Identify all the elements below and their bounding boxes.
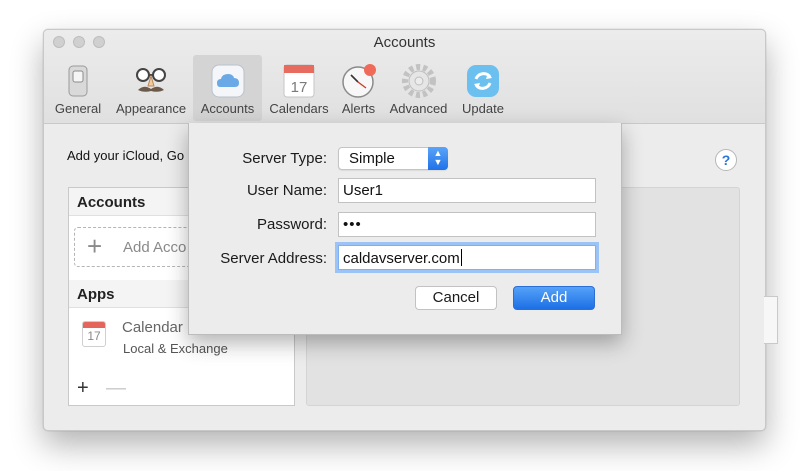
- plus-icon: +: [87, 231, 103, 261]
- intro-text: Add your iCloud, Go: [67, 148, 185, 163]
- tab-appearance[interactable]: Appearance: [112, 55, 190, 121]
- calendar-day-number: 17: [291, 79, 308, 96]
- server-type-value: Simple: [349, 150, 395, 167]
- help-button[interactable]: ?: [715, 149, 737, 171]
- add-server-sheet: Server Type: Simple ▲ ▼ User Name: User1 …: [188, 123, 622, 335]
- disguise-icon: [136, 68, 166, 92]
- text-caret: [460, 249, 462, 266]
- chevron-updown-icon: ▲ ▼: [428, 147, 448, 170]
- clock-icon: [341, 64, 376, 98]
- user-name-label: User Name:: [246, 182, 327, 199]
- alert-badge-icon: [363, 64, 376, 76]
- add-account-label: Add Acco: [123, 239, 187, 256]
- switch-icon: [68, 65, 88, 97]
- server-type-select[interactable]: Simple ▲ ▼: [338, 147, 448, 170]
- tab-advanced[interactable]: Advanced: [385, 55, 452, 121]
- cancel-button[interactable]: Cancel: [415, 286, 497, 310]
- server-address-label: Server Address:: [220, 250, 327, 267]
- server-type-label: Server Type:: [242, 150, 327, 167]
- tab-appearance-label: Appearance: [115, 101, 187, 116]
- title-bar: Accounts General Appearance Accounts 17 …: [44, 30, 765, 124]
- window-title: Accounts: [373, 34, 436, 51]
- app-name[interactable]: Calendar: [122, 319, 183, 336]
- server-address-value: caldavserver.com: [343, 250, 460, 267]
- tab-general[interactable]: General: [52, 55, 104, 121]
- tab-calendars-label: Calendars: [269, 101, 329, 116]
- password-field[interactable]: •••: [338, 212, 596, 237]
- tab-accounts[interactable]: Accounts: [193, 55, 262, 121]
- remove-button[interactable]: —: [106, 378, 126, 398]
- server-address-field[interactable]: caldavserver.com: [338, 245, 596, 270]
- app-subtitle: Local & Exchange: [123, 341, 228, 356]
- tab-update[interactable]: Update: [457, 55, 509, 121]
- add-button[interactable]: +: [77, 378, 89, 398]
- cloud-icon: [211, 64, 244, 98]
- gear-icon: [401, 64, 436, 98]
- background-window-edge: [764, 296, 778, 344]
- tab-accounts-label: Accounts: [200, 101, 255, 116]
- user-name-field[interactable]: User1: [338, 178, 596, 203]
- tab-alerts-label: Alerts: [341, 101, 376, 116]
- tab-update-label: Update: [462, 101, 504, 116]
- tab-alerts[interactable]: Alerts: [336, 55, 381, 121]
- calendar-icon: 17: [283, 64, 315, 98]
- calendar-app-day: 17: [87, 329, 101, 343]
- add-server-button[interactable]: Add: [513, 286, 595, 310]
- calendar-app-icon: 17: [82, 321, 106, 347]
- tab-calendars[interactable]: 17 Calendars: [266, 55, 332, 121]
- tab-advanced-label: Advanced: [389, 101, 448, 116]
- tab-general-label: General: [54, 101, 102, 116]
- refresh-icon: [467, 65, 499, 97]
- password-label: Password:: [256, 216, 327, 233]
